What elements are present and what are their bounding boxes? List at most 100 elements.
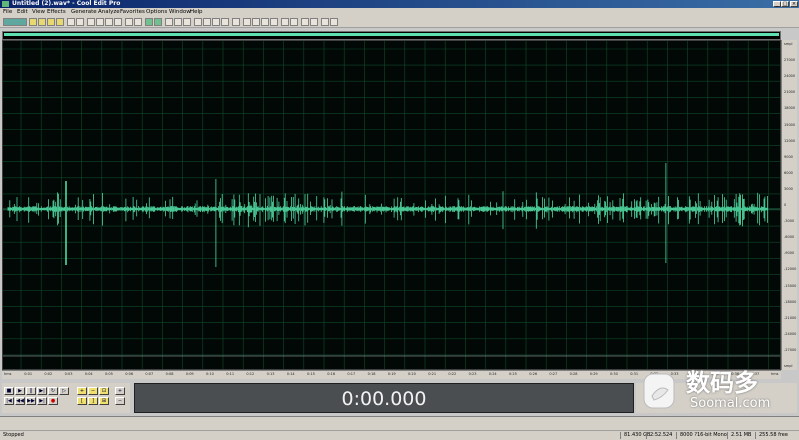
time-tick-label: 0:04 [84, 372, 93, 376]
menu-favorites[interactable]: Favorites [120, 8, 145, 16]
watermark-chinese: 数码多 [686, 369, 758, 397]
amplify-icon[interactable] [243, 18, 251, 26]
statistics-icon[interactable] [310, 18, 318, 26]
menu-file[interactable]: File [3, 8, 12, 16]
time-tick-label: 0:13 [266, 372, 275, 376]
eq-icon[interactable] [270, 18, 278, 26]
status-format: 8000 ?16-bit Mono [680, 432, 727, 438]
menu-view[interactable]: View [32, 8, 45, 16]
waveform-display[interactable] [2, 40, 781, 370]
waveform-svg [3, 41, 780, 369]
trim-icon[interactable] [125, 18, 133, 26]
open-file-icon[interactable] [38, 18, 46, 26]
mix-paste-icon[interactable] [114, 18, 122, 26]
hand-tool-icon[interactable] [183, 18, 191, 26]
record-button[interactable]: ● [48, 397, 58, 405]
waveform-view-icon[interactable] [145, 18, 153, 26]
time-tick-label: 0:15 [307, 372, 315, 376]
redo-icon[interactable] [76, 18, 84, 26]
fast-forward-button[interactable]: ▶▶ [26, 397, 36, 405]
reverb-icon[interactable] [281, 18, 289, 26]
cut-icon[interactable] [87, 18, 95, 26]
play-button[interactable]: ▶ [15, 387, 25, 395]
time-tick-label: 0:30 [610, 372, 618, 376]
select-tool-icon[interactable] [174, 18, 182, 26]
delay-icon[interactable] [290, 18, 298, 26]
menu-effects[interactable]: Effects [47, 8, 66, 16]
play-selection-button[interactable]: ▷ [59, 387, 69, 395]
time-tick-label: 0:22 [448, 372, 457, 376]
time-tick-label: 0:20 [408, 372, 416, 376]
maximize-button[interactable]: □ [781, 1, 789, 7]
copy-icon[interactable] [96, 18, 104, 26]
time-tick-label: 0:06 [125, 372, 134, 376]
go-to-start-button[interactable]: |◀ [4, 397, 14, 405]
overview-range[interactable] [4, 33, 779, 36]
amplitude-tick-label: -9000 [784, 251, 795, 256]
help-icon[interactable] [330, 18, 338, 26]
save-file-icon[interactable] [47, 18, 55, 26]
menu-edit[interactable]: Edit [17, 8, 28, 16]
play-to-end-button[interactable]: ▶| [37, 387, 47, 395]
zoom-in-vertical-button[interactable]: + [115, 387, 125, 395]
time-tick-label: 0:27 [549, 372, 558, 376]
zoom-left-button[interactable]: [ [77, 397, 87, 405]
undo-icon[interactable] [67, 18, 75, 26]
stop-button[interactable]: ■ [4, 387, 14, 395]
amplitude-tick-label: 15000 [784, 122, 796, 127]
time-tick-label: 0:09 [185, 372, 194, 376]
amplitude-tick-label: 24000 [784, 74, 796, 79]
time-tick-label: 0:18 [367, 372, 376, 376]
time-tick-label: 0:08 [165, 372, 174, 376]
loop-button[interactable]: ↻ [48, 387, 58, 395]
snap-zero-icon[interactable] [221, 18, 229, 26]
time-tick-label: 0:25 [509, 372, 517, 376]
overview-bar[interactable] [2, 31, 781, 40]
effects-icon[interactable] [232, 18, 240, 26]
edit-tool-icon[interactable] [165, 18, 173, 26]
amplitude-tick-label: 21000 [784, 90, 796, 95]
snap-frames-icon[interactable] [212, 18, 220, 26]
paste-icon[interactable] [105, 18, 113, 26]
menu-help[interactable]: Help [190, 8, 203, 16]
menu-generate[interactable]: Generate [71, 8, 97, 16]
time-tick-label: 0:12 [246, 372, 255, 376]
close-file-icon[interactable] [56, 18, 64, 26]
analyze-icon[interactable] [301, 18, 309, 26]
title-bar: Untitled (2).wav* - Cool Edit Pro _ □ × [0, 0, 799, 8]
watermark-site: Soomal.com [690, 396, 771, 411]
menu-window[interactable]: Window [169, 8, 191, 16]
delete-icon[interactable] [134, 18, 142, 26]
time-tick-label: 0:17 [347, 372, 356, 376]
amplitude-tick-label: -18000 [784, 299, 797, 304]
close-button[interactable]: × [790, 1, 798, 7]
status-size: 2.51 MB [731, 432, 752, 438]
amplitude-tick-label: 3000 [784, 186, 793, 191]
pause-button[interactable]: ‖ [26, 387, 36, 395]
current-time-value: 0:00.000 [341, 388, 427, 410]
zoom-in-horizontal-button[interactable]: + [77, 387, 87, 395]
go-to-end-button[interactable]: ▶| [37, 397, 47, 405]
menu-analyze[interactable]: Analyze [98, 8, 120, 16]
new-file-icon[interactable] [29, 18, 37, 26]
normalize-icon[interactable] [252, 18, 260, 26]
spectral-view-icon[interactable] [154, 18, 162, 26]
zoom-selection-button[interactable]: ⊞ [99, 397, 109, 405]
noise-reduction-icon[interactable] [261, 18, 269, 26]
menu-options[interactable]: Options [146, 8, 167, 16]
multitrack-toggle-button[interactable] [3, 18, 27, 26]
cd-icon[interactable] [321, 18, 329, 26]
minimize-button[interactable]: _ [773, 1, 781, 7]
rewind-button[interactable]: ◀◀ [15, 397, 25, 405]
zoom-full-button[interactable]: ⊡ [99, 387, 109, 395]
amplitude-tick-label: -24000 [784, 331, 797, 336]
snap-ruler-icon[interactable] [203, 18, 211, 26]
snap-icon[interactable] [194, 18, 202, 26]
zoom-out-horizontal-button[interactable]: − [88, 387, 98, 395]
zoom-out-vertical-button[interactable]: − [115, 397, 125, 405]
amplitude-tick-label: smpl [784, 42, 793, 46]
status-disk: 255.58 free [759, 432, 788, 438]
zoom-right-button[interactable]: ] [88, 397, 98, 405]
window-title: Untitled (2).wav* - Cool Edit Pro [12, 0, 121, 7]
time-tick-label: 0:31 [630, 372, 639, 376]
